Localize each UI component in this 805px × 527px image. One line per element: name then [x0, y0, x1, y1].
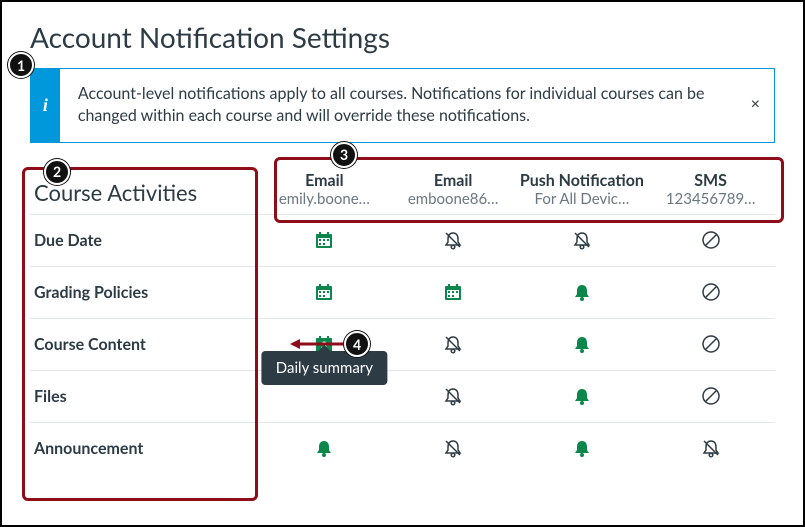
notification-cell[interactable]: [389, 319, 518, 370]
page-title: Account Notification Settings: [30, 20, 775, 54]
bell-off-icon[interactable]: [572, 230, 592, 250]
block-icon[interactable]: [701, 386, 721, 406]
column-header: Emailemily.boone…: [260, 171, 389, 214]
bell-icon[interactable]: [572, 334, 592, 354]
column-header-sub: emboone86…: [389, 190, 518, 208]
annotation-2: 2: [44, 159, 70, 185]
notification-cell[interactable]: [389, 423, 518, 474]
calendar-icon[interactable]: [314, 282, 334, 302]
info-text: Account-level notifications apply to all…: [60, 69, 774, 142]
close-button[interactable]: ×: [751, 96, 760, 114]
notification-cell[interactable]: Daily summary4: [260, 319, 389, 370]
notification-cell[interactable]: [260, 267, 389, 318]
info-banner: i Account-level notifications apply to a…: [30, 68, 775, 143]
bell-icon[interactable]: [572, 386, 592, 406]
notification-cell[interactable]: [646, 371, 775, 422]
column-header-label: SMS: [646, 171, 775, 190]
notification-cell[interactable]: [518, 319, 647, 370]
notification-cell[interactable]: [518, 215, 647, 266]
notification-cell[interactable]: [518, 267, 647, 318]
bell-off-icon[interactable]: [701, 438, 721, 458]
column-header-label: Push Notification: [518, 171, 647, 190]
notification-cell[interactable]: [646, 319, 775, 370]
annotation-4: 4: [344, 331, 370, 357]
notification-cell[interactable]: [518, 423, 647, 474]
column-header-label: Email: [260, 171, 389, 190]
row-label: Announcement: [30, 439, 260, 458]
column-header: Push NotificationFor All Devic…: [518, 171, 647, 214]
column-header: Emailemboone86…: [389, 171, 518, 214]
table-row: Grading Policies: [30, 266, 775, 318]
notification-cell[interactable]: [646, 215, 775, 266]
notification-cell[interactable]: [389, 267, 518, 318]
bell-icon[interactable]: [314, 438, 334, 458]
table-row: Course ContentDaily summary4: [30, 318, 775, 370]
block-icon[interactable]: [701, 230, 721, 250]
bell-icon[interactable]: [572, 438, 592, 458]
row-label: Files: [30, 387, 260, 406]
bell-off-icon[interactable]: [443, 438, 463, 458]
bell-icon[interactable]: [572, 282, 592, 302]
calendar-icon[interactable]: [314, 230, 334, 250]
block-icon[interactable]: [701, 282, 721, 302]
row-label: Due Date: [30, 231, 260, 250]
column-header-sub: 123456789…: [646, 190, 775, 208]
table-row: Due Date: [30, 214, 775, 266]
notification-cell[interactable]: [389, 215, 518, 266]
notification-cell[interactable]: [389, 371, 518, 422]
bell-off-icon[interactable]: [443, 334, 463, 354]
notification-cell[interactable]: [646, 267, 775, 318]
column-header-sub: emily.boone…: [260, 190, 389, 208]
table-row: Announcement: [30, 422, 775, 474]
notification-cell[interactable]: [646, 423, 775, 474]
table-row: Files: [30, 370, 775, 422]
tooltip: Daily summary: [262, 351, 387, 385]
bell-off-icon[interactable]: [443, 386, 463, 406]
bell-off-icon[interactable]: [443, 230, 463, 250]
annotation-3: 3: [331, 142, 357, 168]
notification-cell[interactable]: [518, 371, 647, 422]
notification-cell[interactable]: [260, 423, 389, 474]
column-header: SMS123456789…: [646, 171, 775, 214]
row-label: Grading Policies: [30, 283, 260, 302]
block-icon[interactable]: [701, 334, 721, 354]
notification-cell[interactable]: [260, 215, 389, 266]
calendar-icon[interactable]: [443, 282, 463, 302]
column-header-label: Email: [389, 171, 518, 190]
annotation-1: 1: [8, 52, 34, 78]
info-icon: i: [31, 69, 60, 142]
column-header-sub: For All Devic…: [518, 190, 647, 208]
row-label: Course Content: [30, 335, 260, 354]
